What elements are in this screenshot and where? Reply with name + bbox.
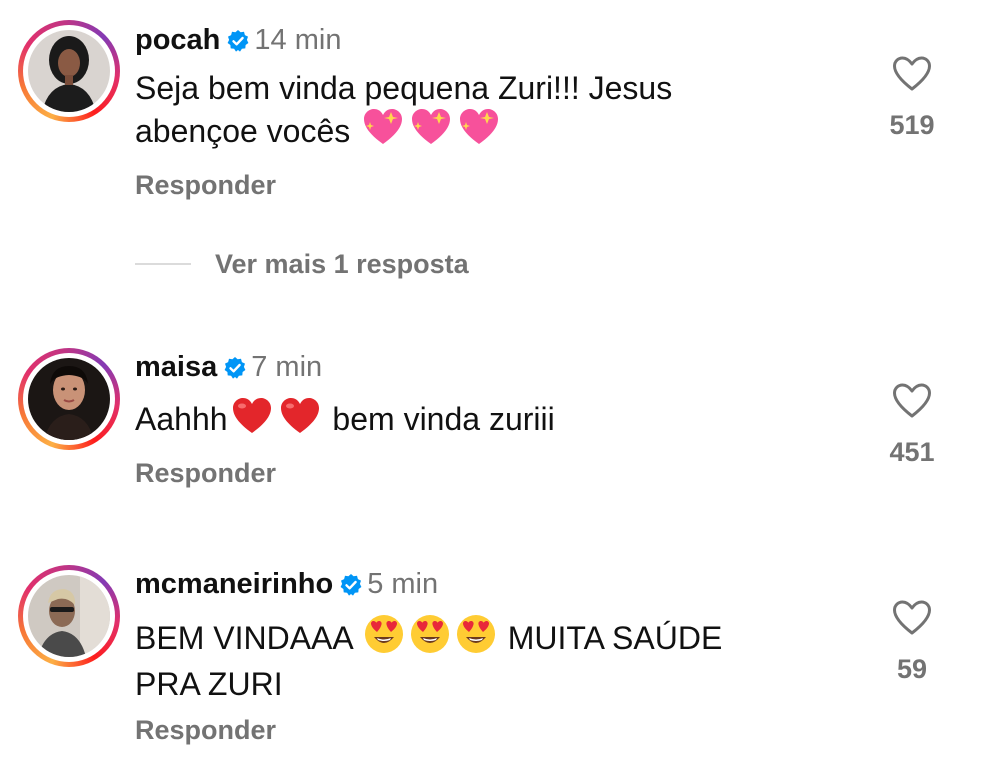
sparkling-heart-icon: [361, 108, 405, 157]
username[interactable]: mcmaneirinho: [135, 568, 333, 600]
view-more-replies[interactable]: Ver mais 1 resposta: [135, 246, 469, 282]
view-more-replies-label[interactable]: Ver mais 1 resposta: [215, 249, 469, 280]
avatar[interactable]: [18, 348, 120, 450]
heart-outline-icon[interactable]: [892, 56, 932, 92]
verified-badge-icon: [339, 571, 363, 605]
comment-text: Aahhh bem vinda zuriii: [135, 396, 555, 445]
comment-text-line: Seja bem vinda pequena Zuri!!! Jesus: [135, 70, 673, 106]
red-heart-icon: [230, 396, 274, 445]
heart-outline-icon[interactable]: [892, 600, 932, 636]
reply-button[interactable]: Responder: [135, 458, 276, 489]
like-count: 59: [896, 654, 928, 684]
reply-button[interactable]: Responder: [135, 715, 276, 746]
heart-outline-icon[interactable]: [892, 383, 932, 419]
comment-text-line: PRA ZURI: [135, 666, 283, 702]
username[interactable]: maisa: [135, 351, 217, 383]
comment-time: 7 min: [251, 351, 323, 383]
verified-badge-icon: [223, 354, 247, 388]
sparkling-heart-icon: [409, 108, 453, 157]
reply-button[interactable]: Responder: [135, 170, 276, 201]
avatar[interactable]: [18, 565, 120, 667]
divider: [135, 263, 191, 265]
comment-time: 5 min: [367, 568, 439, 600]
sparkling-heart-icon: [457, 108, 501, 157]
avatar[interactable]: [18, 20, 120, 122]
comment-text-line: abençoe vocês: [135, 108, 672, 157]
heart-eyes-icon: [409, 613, 451, 664]
heart-eyes-icon: [455, 613, 497, 664]
comment-text: Seja bem vinda pequena Zuri!!! Jesus abe…: [135, 68, 672, 157]
comment-time: 14 min: [254, 24, 342, 56]
username[interactable]: pocah: [135, 24, 220, 56]
like-count: 519: [889, 110, 935, 140]
comment-text: BEM VINDAAA MUITA SAÚDE PRA ZURI: [135, 613, 722, 704]
verified-badge-icon: [226, 27, 250, 61]
comment-text-line: BEM VINDAAA MUITA SAÚDE: [135, 613, 722, 664]
red-heart-icon: [278, 396, 322, 445]
heart-eyes-icon: [363, 613, 405, 664]
like-count: 451: [889, 437, 935, 467]
